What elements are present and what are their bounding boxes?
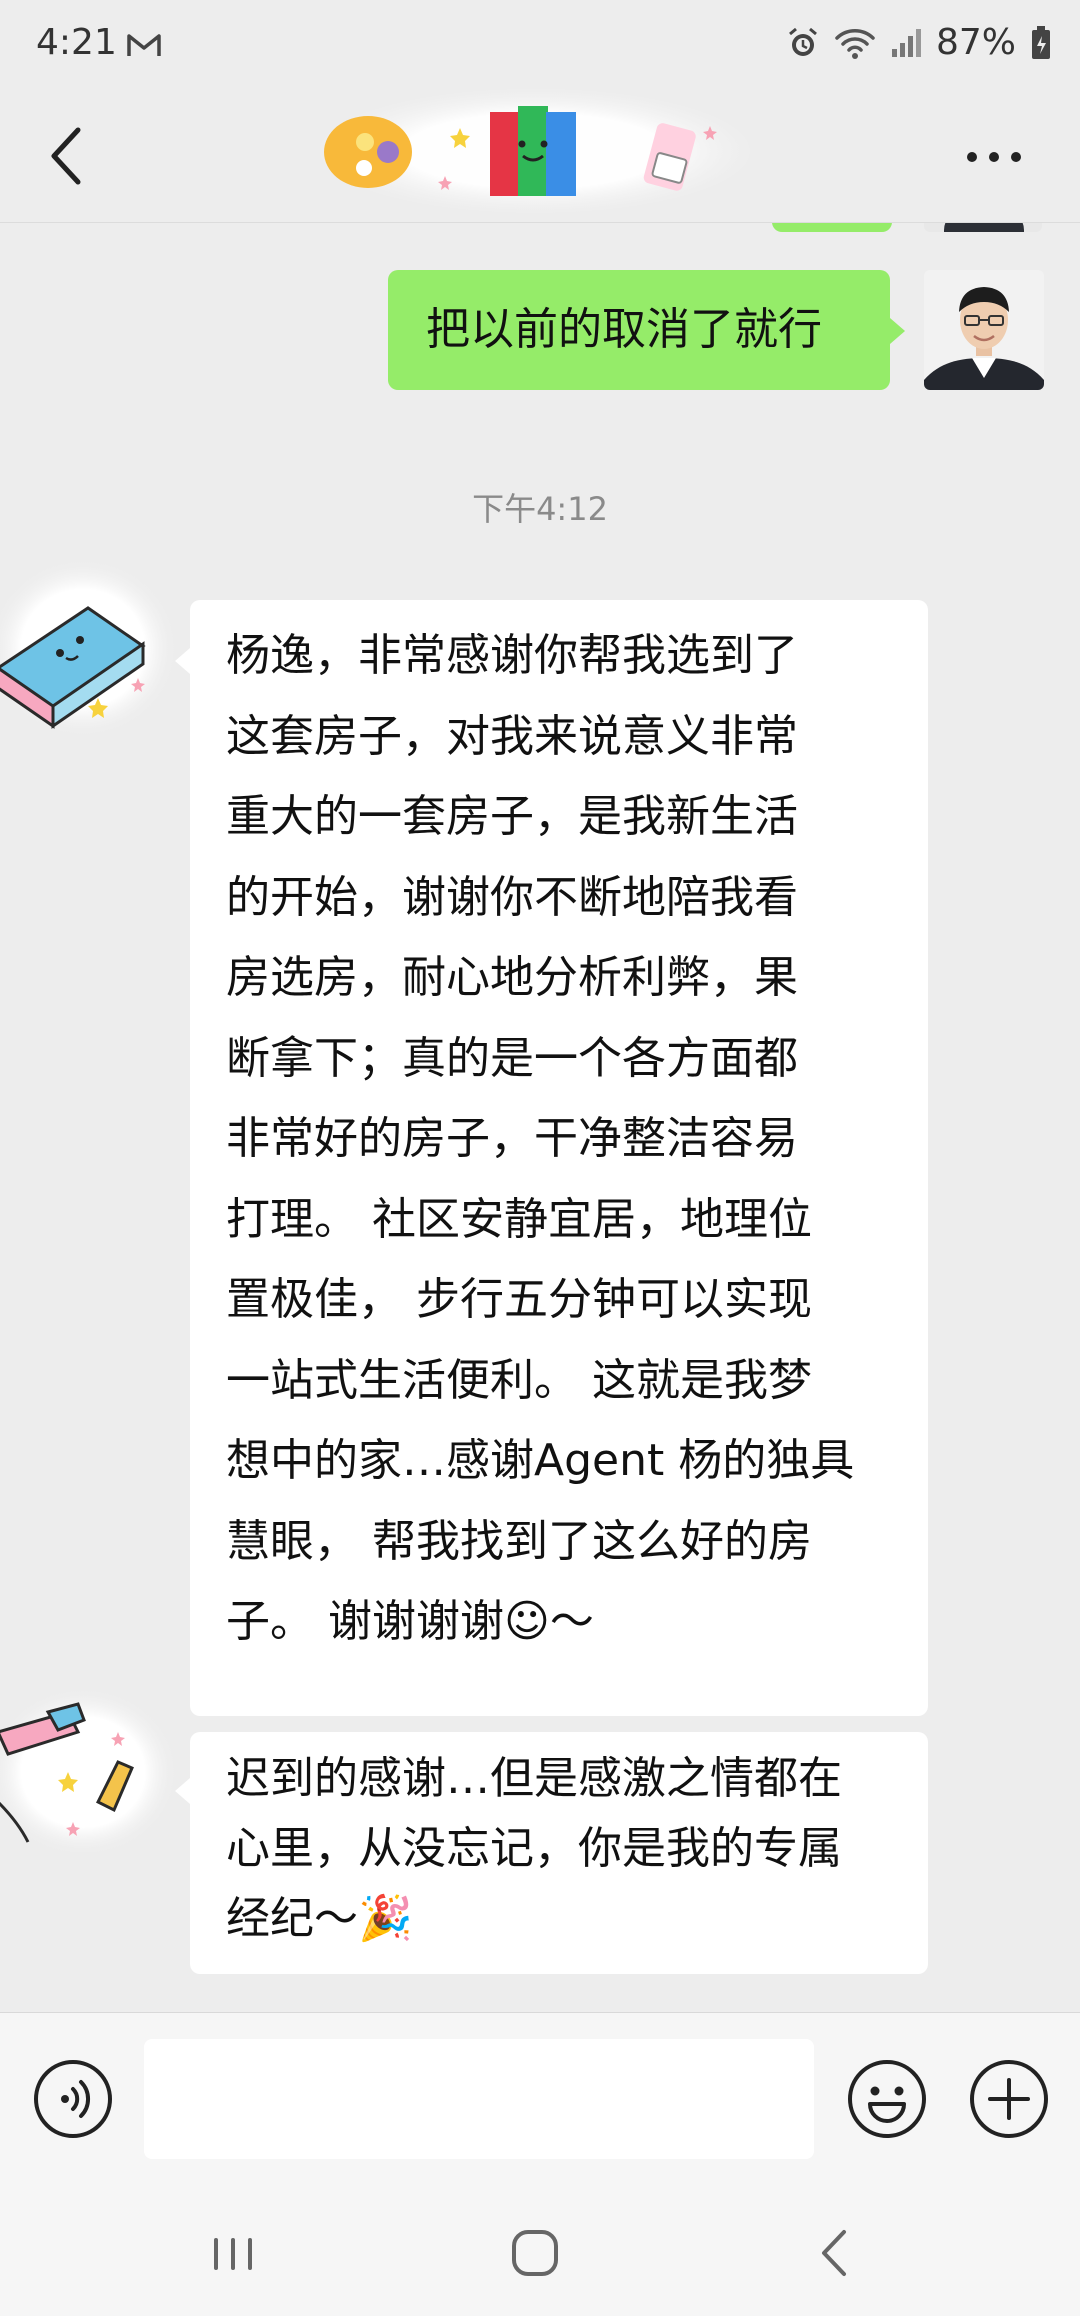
more-icon[interactable] <box>964 142 1024 172</box>
chat-title-sticker <box>320 89 750 213</box>
message-input[interactable] <box>144 2039 814 2159</box>
previous-message-bubble <box>772 222 892 232</box>
bubble-tail <box>890 318 905 344</box>
message-text: 杨逸，非常感谢你帮我选到了 这套房子，对我来说意义非常 重大的一套房子，是我新生… <box>226 630 855 1647</box>
signal-icon <box>891 28 921 57</box>
status-icons: 87% <box>786 22 1052 63</box>
nav-back-icon[interactable] <box>800 2218 870 2288</box>
timestamp: 下午4:12 <box>472 490 608 528</box>
input-bar <box>0 2012 1080 2189</box>
recent-apps-icon[interactable] <box>198 2218 268 2288</box>
wifi-icon <box>835 28 875 59</box>
alarm-icon <box>789 27 817 56</box>
message-text: 迟到的感谢…但是感激之情都在 心里，从没忘记，你是我的专属 经纪～🎉 <box>226 1753 842 1944</box>
status-bar: 4:21 87% <box>0 0 1080 92</box>
sent-message-bubble[interactable]: 把以前的取消了就行 <box>388 270 890 390</box>
plus-icon[interactable] <box>968 2058 1050 2140</box>
previous-avatar <box>924 222 1042 232</box>
chat-area[interactable]: 把以前的取消了就行 下午4:12 杨逸，非常感谢你帮我选到了 这套房子，对我来说… <box>0 222 1080 2012</box>
back-icon[interactable] <box>40 116 96 196</box>
received-message-bubble[interactable]: 杨逸，非常感谢你帮我选到了 这套房子，对我来说意义非常 重大的一套房子，是我新生… <box>190 600 928 1716</box>
bubble-tail <box>175 1778 190 1804</box>
gmail-icon <box>127 34 161 56</box>
system-nav-bar <box>0 2188 1080 2316</box>
battery-icon <box>1032 25 1050 59</box>
battery-percent: 87% <box>935 22 1016 63</box>
contact-avatar[interactable] <box>0 1682 178 1852</box>
contact-avatar[interactable] <box>0 558 178 738</box>
home-icon[interactable] <box>500 2218 570 2288</box>
emoji-icon[interactable] <box>846 2058 928 2140</box>
my-avatar[interactable] <box>924 270 1044 390</box>
status-time: 4:21 <box>36 22 117 63</box>
received-message-bubble[interactable]: 迟到的感谢…但是感激之情都在 心里，从没忘记，你是我的专属 经纪～🎉 <box>190 1732 928 1974</box>
chat-header <box>0 89 1080 223</box>
voice-icon[interactable] <box>32 2058 114 2140</box>
bubble-tail <box>175 648 190 674</box>
message-text: 把以前的取消了就行 <box>426 304 822 355</box>
